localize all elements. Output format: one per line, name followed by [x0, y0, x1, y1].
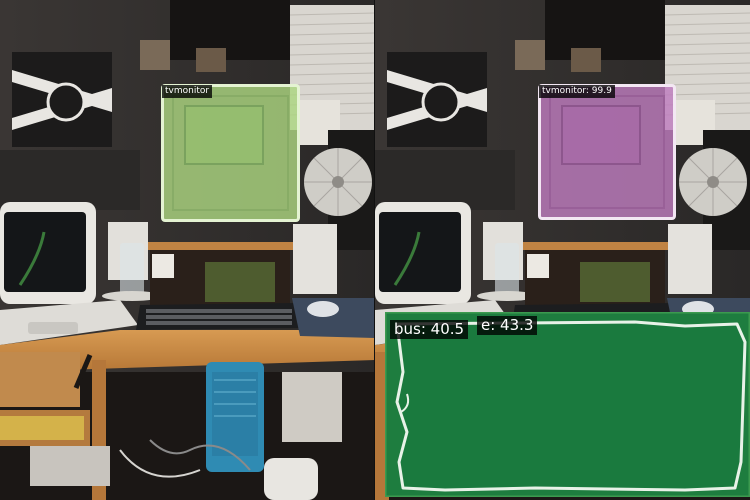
desk-scene-photo [0, 0, 375, 500]
left-panel: tvmonitor [0, 0, 375, 500]
tvmonitor-detection-box-right [538, 84, 676, 220]
monitor-screen [184, 105, 264, 165]
bus-mask-shape [385, 312, 750, 497]
bus-label: bus: 40.5 [390, 320, 469, 339]
tvmonitor-detection-box-left [161, 84, 300, 222]
tvmonitor-label-left: tvmonitor [162, 85, 213, 98]
tvmonitor-label-right: tvmonitor: 99.9 [539, 85, 615, 98]
secondary-detection-label: e: 43.3 [477, 316, 538, 335]
right-panel: tvmonitor: 99.9 e: 43.3 bus: 40.5 [375, 0, 750, 500]
monitor-screen [561, 105, 641, 165]
comparison-image: tvmonitor tvmonitor: 99.9 e: 43.3 bus: 4… [0, 0, 750, 500]
bus-segmentation-mask [385, 312, 750, 497]
